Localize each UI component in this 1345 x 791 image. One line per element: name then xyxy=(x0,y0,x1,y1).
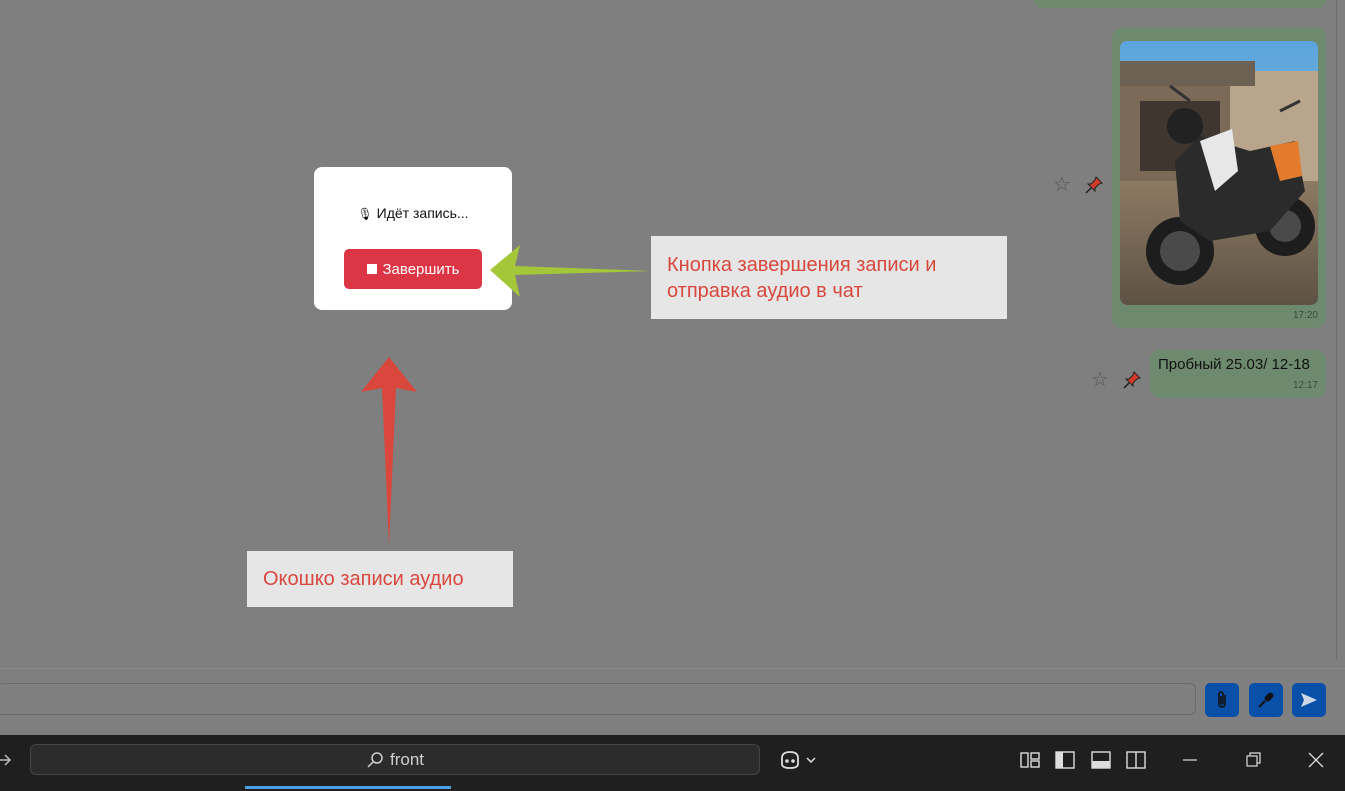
message-bubble-partial xyxy=(1034,0,1326,8)
send-icon xyxy=(1301,693,1317,707)
record-status: 🎙 Идёт запись... xyxy=(314,205,512,221)
stop-icon xyxy=(366,264,377,274)
text-message: Пробный 25.03/ 12-18 12:17 xyxy=(1150,350,1326,398)
search-icon xyxy=(367,751,383,768)
message-time: 12:17 xyxy=(1292,380,1318,391)
star-icon[interactable]: ☆ xyxy=(1053,175,1071,195)
microphone-icon xyxy=(1258,692,1274,708)
message-time: 17:20 xyxy=(1292,310,1318,321)
search-text: front xyxy=(389,749,425,769)
finish-recording-button[interactable]: Завершить xyxy=(344,249,482,289)
pin-icon[interactable] xyxy=(1123,371,1141,389)
pin-icon[interactable] xyxy=(1085,176,1103,194)
active-tab-indicator xyxy=(245,786,451,789)
minimize-icon[interactable] xyxy=(1179,750,1201,770)
message-input[interactable] xyxy=(0,683,1196,715)
copilot-icon[interactable] xyxy=(779,750,819,770)
record-audio-button[interactable] xyxy=(1249,683,1283,717)
attach-button[interactable] xyxy=(1205,683,1239,717)
command-search-box[interactable]: front xyxy=(30,744,760,775)
message-composer xyxy=(0,668,1345,736)
record-status-text: Идёт запись... xyxy=(376,205,469,221)
chat-area: ☆ 17:20 ☆ Пробный 25.03/ 12-18 12:17 xyxy=(0,0,1337,660)
toggle-secondary-sidebar-icon[interactable] xyxy=(1125,750,1147,770)
taskbar: front xyxy=(0,735,1345,791)
restore-icon[interactable] xyxy=(1242,750,1264,770)
arrow-right-icon[interactable] xyxy=(0,753,12,767)
photo-message: 17:20 xyxy=(1112,28,1326,328)
star-icon[interactable]: ☆ xyxy=(1091,370,1109,390)
annotation-window-note: Окошко записи аудио xyxy=(247,551,513,607)
motorcycle-photo[interactable] xyxy=(1120,41,1318,305)
microphone-icon: 🎙 xyxy=(357,207,373,221)
toggle-panel-icon[interactable] xyxy=(1090,750,1112,770)
customize-layout-icon[interactable] xyxy=(1019,750,1041,770)
send-button[interactable] xyxy=(1292,683,1326,717)
paperclip-icon xyxy=(1218,691,1226,708)
audio-record-modal: 🎙 Идёт запись... Завершить xyxy=(314,167,512,310)
annotation-finish-note: Кнопка завершения записи и отправка ауди… xyxy=(651,236,1007,319)
close-icon[interactable] xyxy=(1305,750,1327,770)
message-text: Пробный 25.03/ 12-18 xyxy=(1158,356,1310,373)
finish-recording-label: Завершить xyxy=(382,260,460,278)
toggle-sidebar-icon[interactable] xyxy=(1054,750,1076,770)
